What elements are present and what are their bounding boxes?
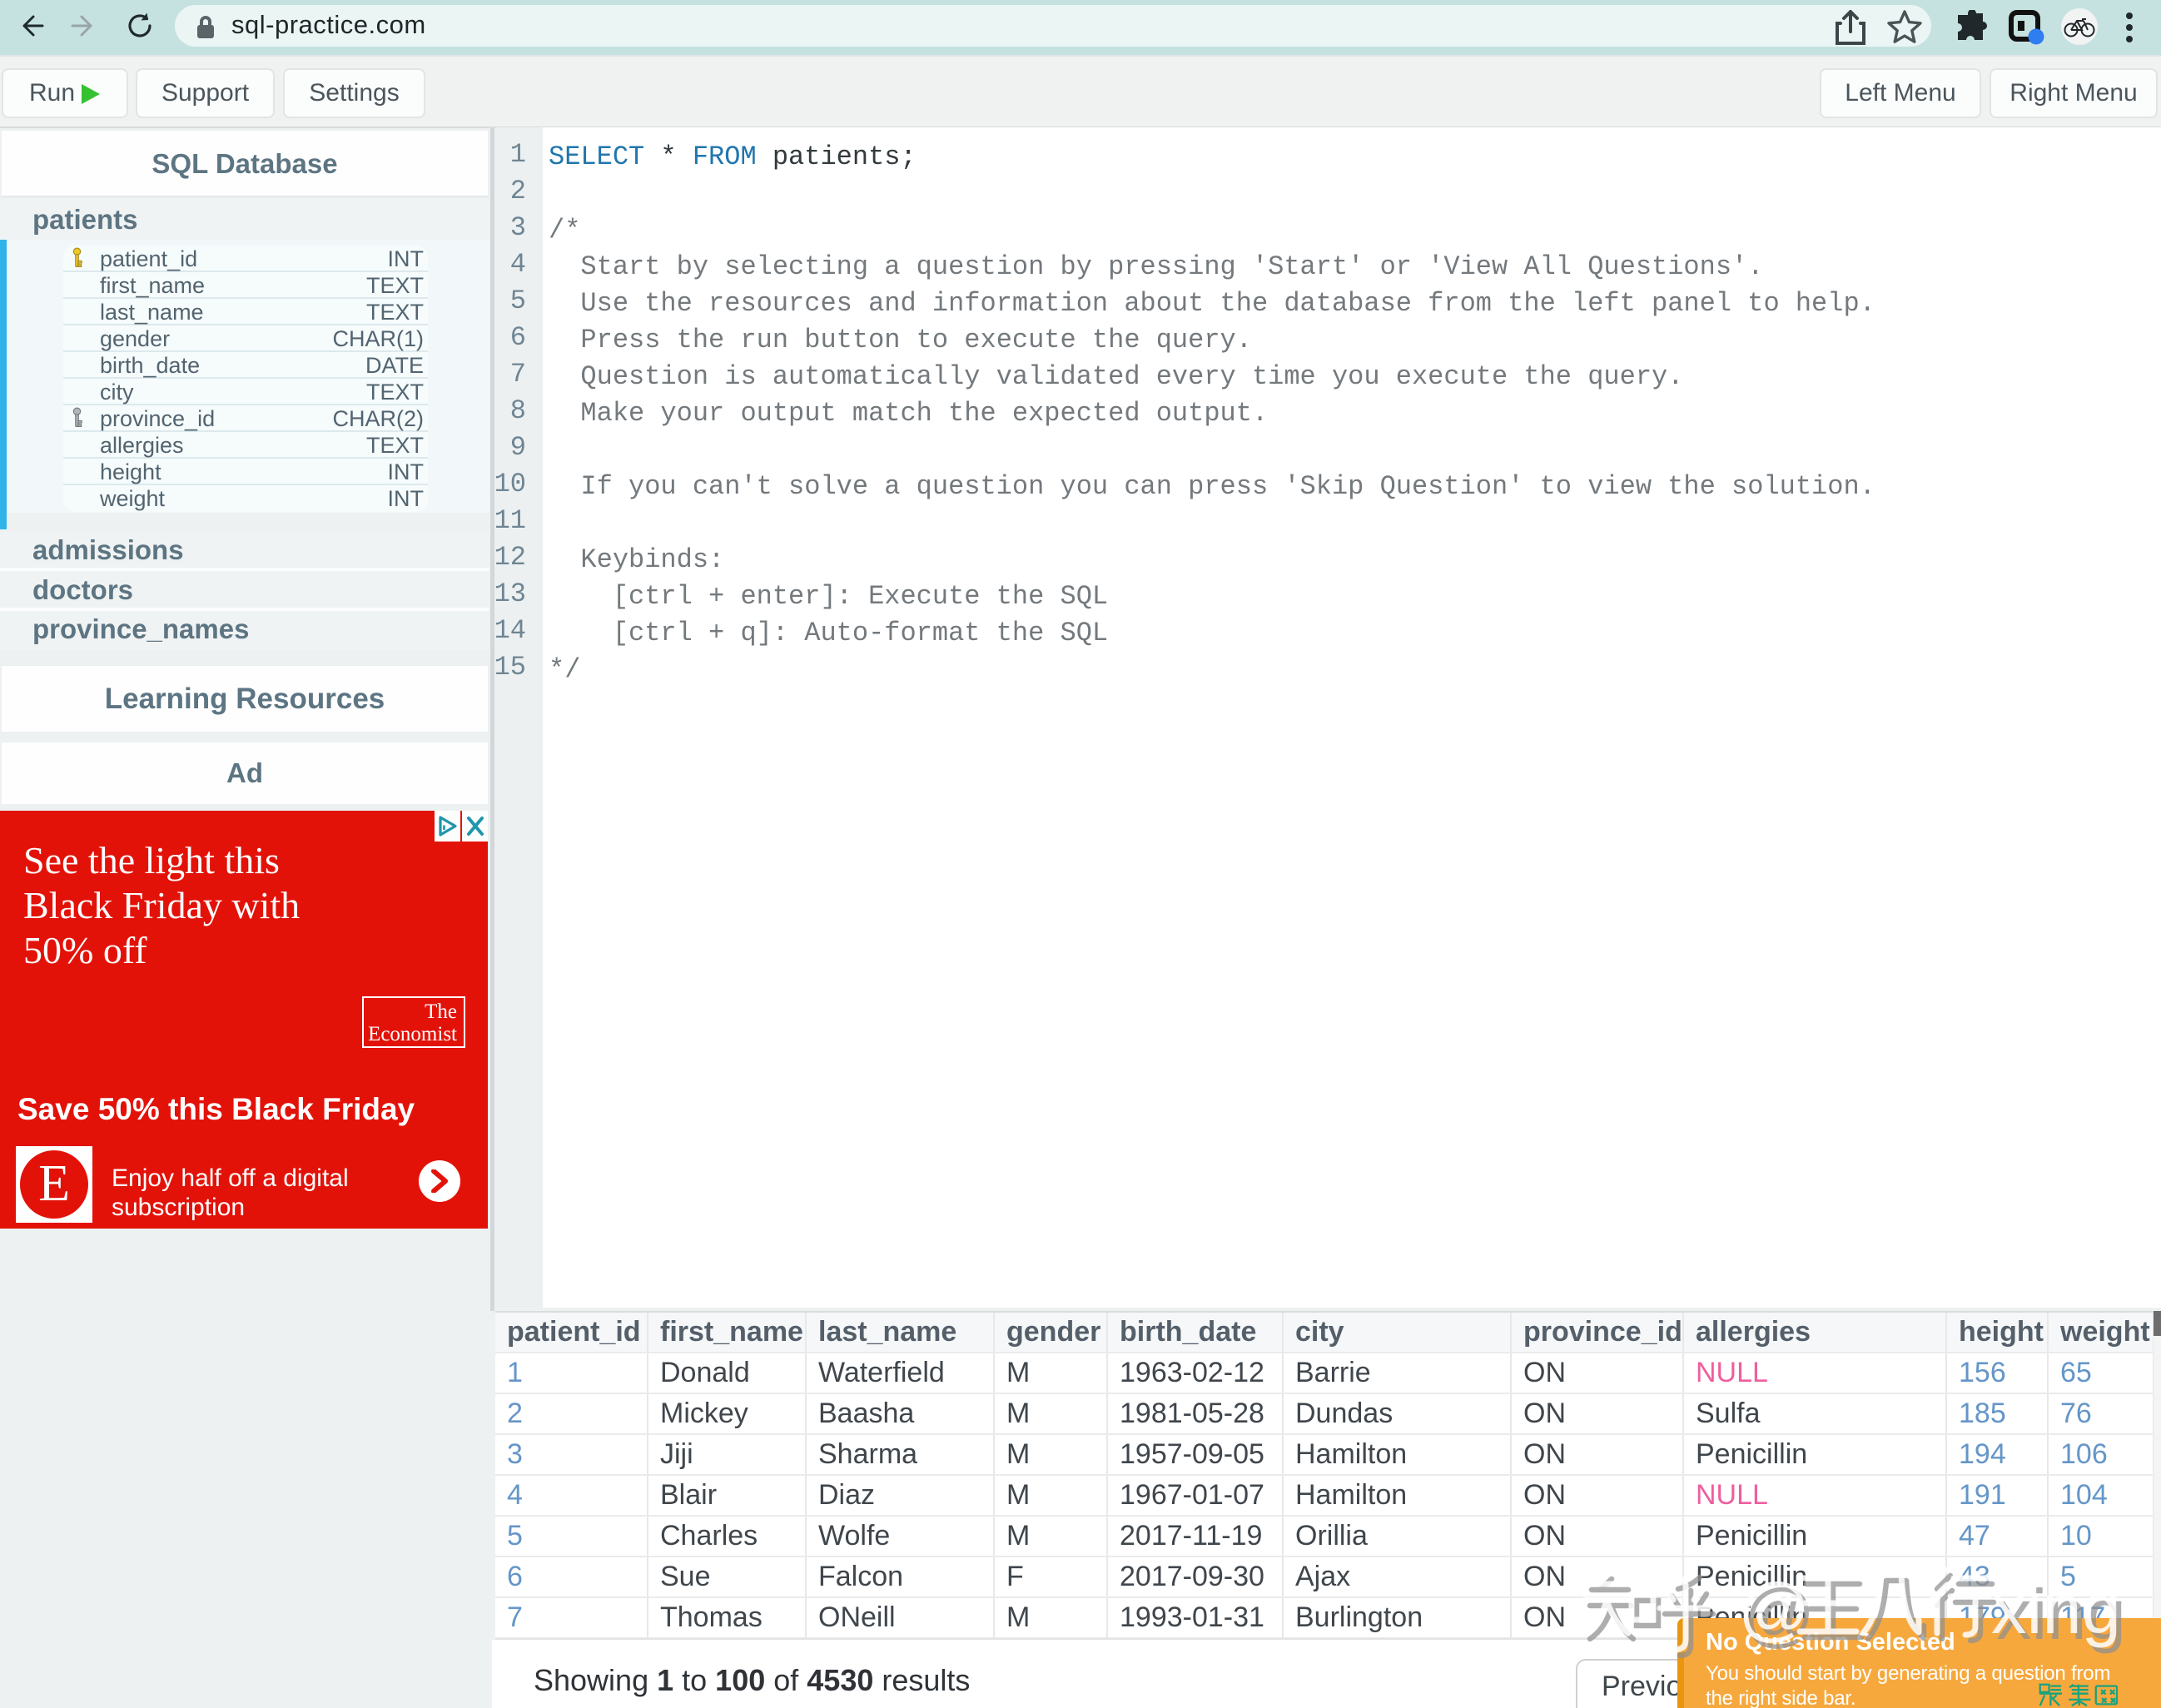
svg-text:xing: xing [1991,1570,2121,1649]
svg-text:@: @ [1738,1570,1810,1649]
